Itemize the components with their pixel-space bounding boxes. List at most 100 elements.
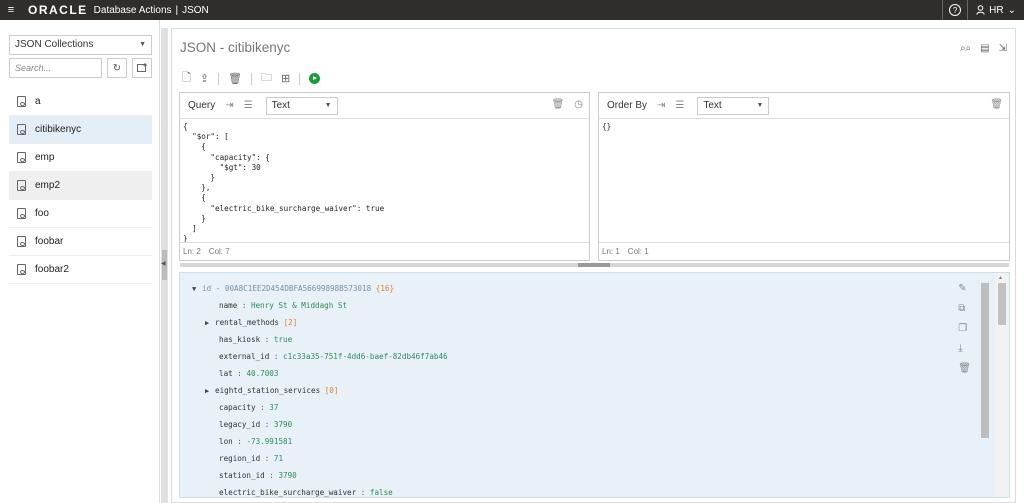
clear-order-icon[interactable]: 🗑 (990, 99, 1003, 110)
field-row-capacity: capacity : 37 (219, 403, 278, 412)
run-query-button[interactable] (309, 73, 321, 84)
open-folder-icon[interactable]: 🗀 (261, 69, 272, 88)
scrollbar-thumb[interactable] (998, 283, 1006, 325)
new-document-icon[interactable]: 🗋 (182, 69, 191, 88)
collection-type-select[interactable]: JSON Collections ▼ (9, 35, 152, 55)
query-type-select[interactable]: Text ▼ (265, 96, 338, 115)
field-value: [2] (283, 318, 298, 327)
title-separator: | (175, 4, 179, 16)
json-document-icon (17, 96, 26, 107)
caret-down-icon: ▼ (756, 102, 764, 109)
download-icon[interactable]: ⤓ (958, 343, 971, 354)
query-editor[interactable]: { "$or": [ { "capacity": { "$gt": 30 } }… (180, 119, 589, 247)
field-row-region_id: region_id : 71 (219, 454, 283, 463)
refresh-button[interactable]: ↻ (107, 58, 127, 78)
field-row-eightd_station_services[interactable]: ▶ eightd_station_services [0] (205, 386, 338, 395)
page-title: JSON - citibikenyc (180, 40, 291, 55)
collection-label: citibikenyc (35, 124, 82, 135)
collection-label: emp (35, 152, 55, 163)
new-collection-icon (136, 63, 147, 72)
document-actions: ✎ ⧉ ❐ ⤓ 🗑 (958, 283, 971, 374)
json-document-icon (17, 236, 26, 247)
field-key: eightd_station_services (215, 386, 321, 395)
collection-item-a[interactable]: a (9, 88, 152, 116)
product-name: Database Actions (93, 4, 172, 16)
history-icon[interactable]: ◷ (574, 99, 583, 110)
clear-query-icon[interactable]: 🗑 (552, 99, 565, 110)
collection-item-emp[interactable]: emp (9, 144, 152, 172)
field-colon: : (237, 301, 252, 310)
sidebar-splitter[interactable] (161, 28, 168, 503)
delete-document-icon[interactable]: 🗑 (958, 363, 971, 374)
field-key: electric_bike_surcharge_waiver (219, 488, 357, 497)
collection-item-citibikenyc[interactable]: citibikenyc (9, 116, 152, 144)
order-status: Ln: 1 Col: 1 (599, 242, 1009, 260)
format-icon[interactable]: ☰ (244, 100, 253, 111)
export-icon[interactable]: ⇲ (999, 43, 1007, 54)
field-value: 40.7003 (246, 369, 279, 378)
field-count: {16} (375, 284, 395, 293)
delete-icon[interactable]: 🗑 (228, 72, 242, 85)
user-menu-button[interactable]: HR ⌄ (968, 5, 1024, 16)
field-value: c1c33a35-751f-4dd6-baef-82db46f7ab46 (283, 352, 448, 361)
line-indicator: Ln: 1 (602, 247, 620, 256)
field-colon: : (260, 420, 274, 429)
field-value: 3790 (273, 420, 293, 429)
collection-item-emp2[interactable]: emp2 (9, 172, 152, 200)
collection-label: foo (35, 208, 49, 219)
indent-icon[interactable]: ⇥ (225, 100, 233, 111)
results-scrollbar[interactable]: ▲ (995, 273, 1009, 497)
help-icon: ? (949, 4, 962, 16)
report-icon[interactable]: ▤ (980, 43, 989, 54)
field-row-external_id: external_id : c1c33a35-751f-4dd6-baef-82… (219, 352, 448, 361)
field-value: Henry St & Middagh St (251, 301, 348, 310)
expand-triangle-icon[interactable]: ▶ (205, 319, 215, 327)
edit-icon[interactable]: ✎ (958, 283, 971, 294)
indent-icon[interactable]: ⇥ (657, 100, 665, 111)
chevron-down-icon: ⌄ (1007, 4, 1016, 16)
hamburger-menu-icon[interactable]: ≡ (2, 4, 20, 16)
collection-item-foobar[interactable]: foobar (9, 228, 152, 256)
upload-icon[interactable]: ⇪ (200, 72, 209, 85)
page-name: JSON (182, 4, 209, 16)
field-key: lon (219, 437, 233, 446)
top-bar: ≡ ORACLE Database Actions | JSON ? HR ⌄ (0, 0, 1024, 20)
duplicate-icon[interactable]: ❐ (958, 323, 971, 334)
help-button[interactable]: ? (942, 0, 969, 20)
document-id-row[interactable]: ▼ id - 00A8C1EE2D454DBFA56699898B573018 {… (192, 284, 394, 293)
collection-label: foobar2 (35, 264, 69, 275)
toolbar-divider (251, 72, 253, 85)
collapse-sidebar-handle[interactable] (161, 250, 167, 280)
json-document-icon (17, 152, 26, 163)
collapse-triangle-icon[interactable]: ▼ (192, 285, 202, 293)
results-inner-scroll[interactable] (981, 283, 989, 438)
field-key: capacity (219, 403, 256, 412)
field-colon: : (356, 488, 370, 497)
caret-down-icon: ▼ (139, 41, 146, 48)
order-by-editor[interactable]: {} (599, 119, 1009, 135)
field-value: -73.991581 (246, 437, 293, 446)
results-splitter[interactable] (180, 263, 1009, 267)
bulk-icon[interactable]: ⊞ (281, 72, 290, 85)
collection-type-value: JSON Collections (15, 39, 94, 50)
new-collection-button[interactable] (132, 58, 152, 78)
field-key: rental_methods (215, 318, 280, 327)
field-row-rental_methods[interactable]: ▶ rental_methods [2] (205, 318, 297, 327)
collection-item-foo[interactable]: foo (9, 200, 152, 228)
format-icon[interactable]: ☰ (675, 100, 684, 111)
field-value: 37 (269, 403, 279, 412)
collections-sidebar: JSON Collections ▼ Search... ↻ a citibike… (0, 20, 160, 503)
collection-search-input[interactable]: Search... (9, 58, 102, 78)
collection-item-foobar2[interactable]: foobar2 (9, 256, 152, 284)
order-type-select[interactable]: Text ▼ (697, 96, 770, 115)
id-dash: - (215, 284, 221, 293)
field-row-electric_bike_surcharge_waiver: electric_bike_surcharge_waiver : false (219, 488, 393, 497)
field-value: true (273, 335, 293, 344)
scroll-up-icon[interactable]: ▲ (998, 275, 1003, 281)
binoculars-icon[interactable]: ⌕⌕ (960, 43, 971, 54)
main-panel: JSON - citibikenyc ⌕⌕ ▤ ⇲ 🗋 ⇪ 🗑 🗀 ⊞ Quer… (171, 28, 1016, 503)
copy-icon[interactable]: ⧉ (958, 303, 971, 314)
field-row-name: name : Henry St & Middagh St (219, 301, 347, 310)
expand-triangle-icon[interactable]: ▶ (205, 387, 215, 395)
query-status: Ln: 2 Col: 7 (180, 242, 589, 260)
